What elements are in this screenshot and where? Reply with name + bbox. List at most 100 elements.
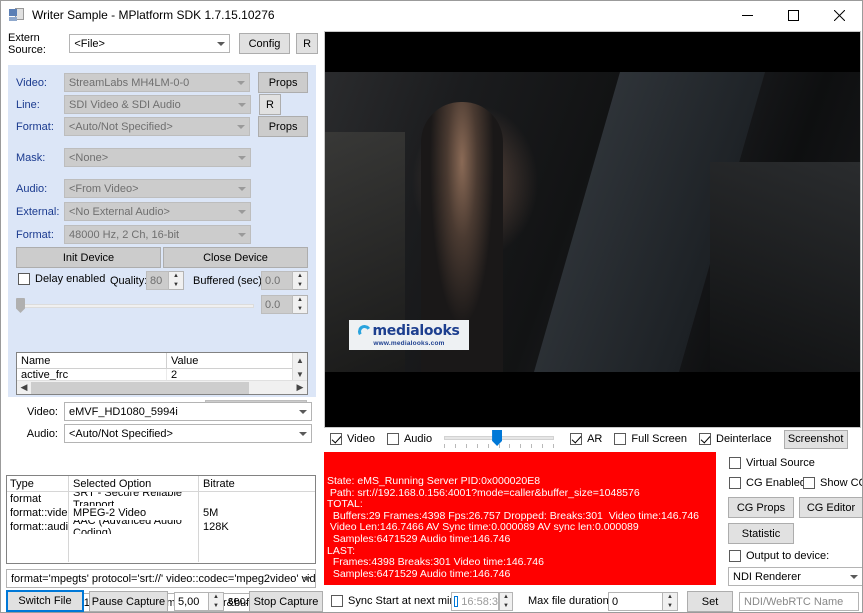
max-file-duration-value: 0: [608, 592, 663, 611]
delay-enabled-checkbox[interactable]: Delay enabled: [18, 273, 105, 285]
video-device-row: Video: StreamLabs MH4LM-0-0 Props: [16, 72, 308, 93]
video-preview[interactable]: medialooks www.medialooks.com: [324, 31, 861, 428]
buffered-stepper[interactable]: 0.0 ▲ ▼: [261, 271, 308, 290]
format-props-button[interactable]: Props: [258, 116, 308, 137]
quality-stepper[interactable]: 80 ▲ ▼: [146, 271, 184, 290]
properties-vscrollbar[interactable]: ▲ ▼: [292, 353, 307, 381]
external-audio-combo[interactable]: <No External Audio>: [64, 202, 251, 221]
deinterlace-label: Deinterlace: [716, 433, 772, 445]
video-format-combo[interactable]: <Auto/Not Specified>: [63, 117, 251, 136]
format-string-combo[interactable]: format='mpegts' protocol='srt://' video:…: [6, 569, 316, 588]
statistic-button[interactable]: Statistic: [728, 523, 794, 544]
extern-source-label: Extern Source:: [8, 31, 46, 56]
bottom-toolbar: Switch File Pause Capture 5,00 ▲ ▼ sec. S…: [1, 589, 862, 612]
hscroll-thumb[interactable]: [31, 381, 249, 394]
output-to-device-checkbox[interactable]: Output to device:: [729, 550, 829, 562]
quality-spin-buttons[interactable]: ▲ ▼: [169, 271, 184, 290]
stop-capture-button[interactable]: Stop Capture: [249, 591, 323, 612]
audio-format-label: Format:: [16, 228, 54, 241]
screenshot-button[interactable]: Screenshot: [783, 429, 848, 449]
preview-audio-label: Audio: [403, 433, 433, 445]
chevron-down-icon: [237, 80, 246, 85]
delay-slider-thumb[interactable]: [16, 298, 25, 313]
encoder-bitrate: [199, 492, 315, 506]
seconds-stepper[interactable]: 5,00 ▲ ▼: [174, 592, 224, 611]
sync-time-spin-buttons[interactable]: ▲ ▼: [499, 592, 513, 611]
output-video-combo[interactable]: eMVF_HD1080_5994i: [64, 402, 312, 421]
scroll-right-icon[interactable]: ▶: [293, 382, 307, 393]
delay-slider[interactable]: [16, 297, 254, 315]
extern-source-combo[interactable]: <File>: [69, 34, 230, 53]
switch-file-button[interactable]: Switch File: [6, 590, 84, 612]
max-file-duration-stepper[interactable]: 0 ▲ ▼: [608, 592, 678, 611]
properties-table-header: Name Value: [17, 353, 307, 369]
show-cc-checkbox[interactable]: Show CC: [803, 477, 862, 489]
properties-table[interactable]: Name Value active_frc 2 ▲ ▼ ◀ ▶: [16, 352, 308, 395]
checkbox-icon: [614, 433, 627, 445]
mask-combo[interactable]: <None>: [64, 148, 251, 167]
maximize-icon[interactable]: [770, 1, 816, 29]
format-string-value: format='mpegts' protocol='srt://' video:…: [11, 572, 316, 585]
window-title: Writer Sample - MPlatform SDK 1.7.15.102…: [32, 8, 275, 22]
output-video-row: Video: eMVF_HD1080_5994i: [6, 401, 318, 422]
sync-time-field[interactable]: 16:58:3: [451, 592, 499, 611]
encoder-option: SRT - Secure Reliable Tranport: [69, 492, 199, 506]
scroll-down-icon[interactable]: ▼: [293, 367, 307, 381]
line-reset-button[interactable]: R: [259, 94, 281, 115]
buffered-spin-buttons[interactable]: ▲ ▼: [293, 271, 308, 290]
sync-start-checkbox[interactable]: Sync Start at next minute: [331, 595, 471, 607]
properties-hscrollbar[interactable]: ◀ ▶: [17, 380, 307, 394]
output-audio-combo[interactable]: <Auto/Not Specified>: [64, 424, 312, 443]
minimize-icon[interactable]: [724, 1, 770, 29]
cg-enabled-checkbox[interactable]: CG Enabled: [729, 477, 806, 489]
audio-format-combo[interactable]: 48000 Hz, 2 Ch, 16-bit: [64, 225, 251, 244]
seconds-value: 5,00: [174, 592, 209, 611]
fullscreen-checkbox[interactable]: Full Screen: [614, 433, 687, 445]
scroll-up-icon[interactable]: ▲: [293, 353, 307, 367]
fullscreen-label: Full Screen: [631, 433, 687, 445]
scroll-left-icon[interactable]: ◀: [17, 382, 31, 393]
cg-editor-button[interactable]: CG Editor: [799, 497, 862, 518]
encoder-table[interactable]: Type Selected Option Bitrate format SRT …: [6, 475, 316, 564]
volume-ticks: [444, 444, 554, 448]
sync-time-stepper[interactable]: ▲ ▼: [499, 592, 513, 611]
deinterlace-checkbox[interactable]: Deinterlace: [699, 433, 772, 445]
table-row[interactable]: [7, 548, 315, 562]
close-icon[interactable]: [816, 1, 862, 29]
checkbox-icon: [570, 433, 583, 445]
preview-audio-checkbox[interactable]: Audio: [386, 433, 433, 445]
table-row[interactable]: format::audio AAC (Advanced Audio Coding…: [7, 520, 315, 534]
output-video-value: eMVF_HD1080_5994i: [69, 405, 178, 418]
video-device-combo[interactable]: StreamLabs MH4LM-0-0: [63, 73, 251, 92]
audio-source-label: Audio:: [16, 182, 48, 195]
seconds-spin-buttons[interactable]: ▲ ▼: [209, 592, 224, 611]
preview-video-checkbox[interactable]: Video: [330, 433, 375, 445]
extern-source-value: <File>: [74, 37, 105, 50]
extern-source-reset-button[interactable]: R: [296, 33, 319, 54]
close-device-button[interactable]: Close Device: [163, 247, 308, 268]
table-row[interactable]: format SRT - Secure Reliable Tranport: [7, 492, 315, 506]
checkbox-icon: [699, 433, 711, 445]
set-button[interactable]: Set: [687, 591, 733, 612]
chevron-down-icon: [238, 232, 246, 237]
buffered2-stepper[interactable]: 0.0 ▲ ▼: [261, 295, 308, 314]
chevron-down-icon: [303, 576, 311, 581]
video-props-button[interactable]: Props: [258, 72, 308, 93]
audio-source-combo[interactable]: <From Video>: [64, 179, 251, 198]
table-row[interactable]: [7, 534, 315, 548]
renderer-combo[interactable]: NDI Renderer: [728, 567, 862, 586]
checkbox-icon[interactable]: [454, 596, 459, 607]
encoder-bitrate: 5M: [203, 507, 219, 519]
pause-capture-button[interactable]: Pause Capture: [89, 591, 168, 612]
cg-props-button[interactable]: CG Props: [728, 497, 794, 518]
line-combo[interactable]: SDI Video & SDI Audio: [64, 95, 251, 114]
table-row[interactable]: format::video MPEG-2 Video 5M: [7, 506, 315, 520]
volume-slider[interactable]: [444, 430, 555, 448]
config-button[interactable]: Config: [238, 33, 291, 54]
ndi-name-input[interactable]: NDI/WebRTC Name: [739, 592, 859, 611]
virtual-source-checkbox[interactable]: Virtual Source: [729, 457, 815, 469]
ar-checkbox[interactable]: AR: [570, 433, 602, 445]
init-device-button[interactable]: Init Device: [16, 247, 161, 268]
max-duration-spin-buttons[interactable]: ▲ ▼: [663, 592, 678, 611]
buffered2-spin-buttons[interactable]: ▲ ▼: [293, 295, 308, 314]
